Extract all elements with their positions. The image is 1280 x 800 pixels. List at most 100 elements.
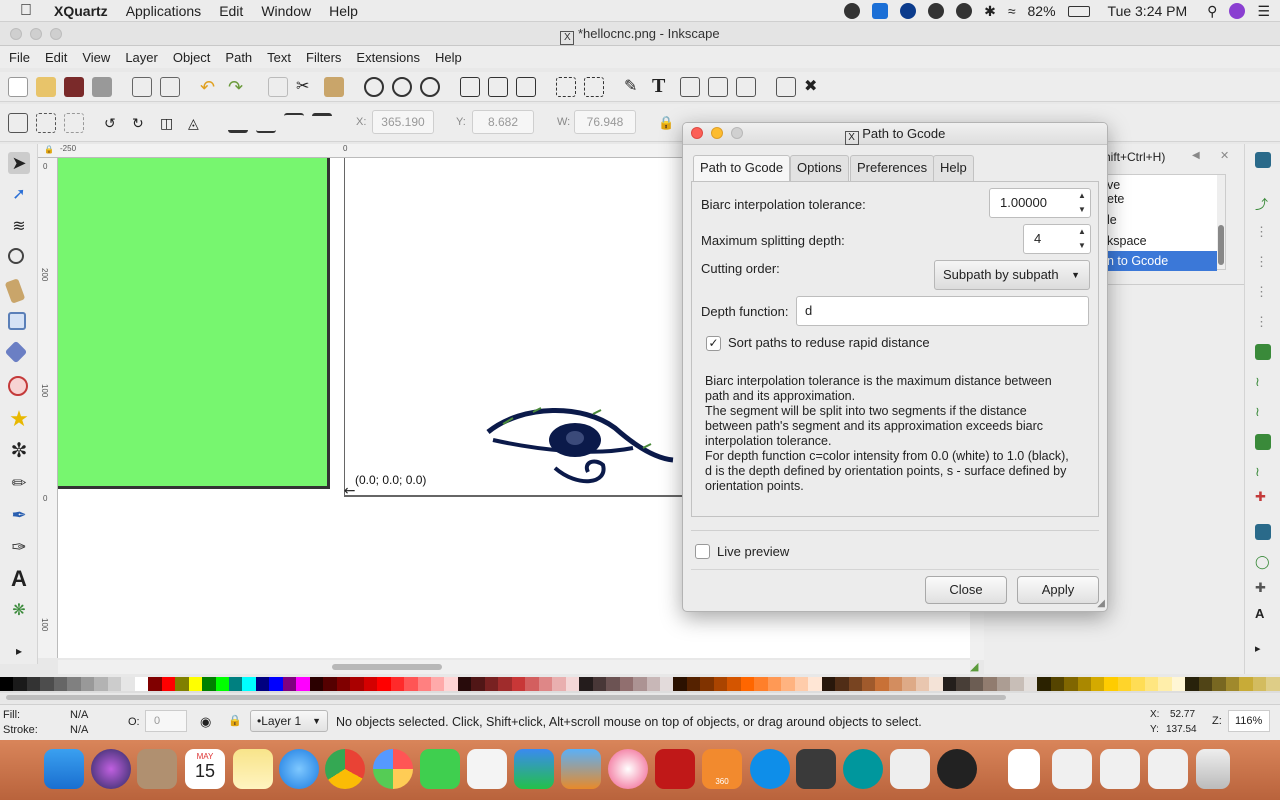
green-rectangle[interactable] [58, 158, 330, 489]
copy-icon[interactable] [268, 77, 288, 97]
palette-swatch[interactable] [942, 677, 957, 691]
palette-swatch[interactable] [915, 677, 930, 691]
palette-swatch[interactable] [579, 677, 593, 691]
snap-object-center-icon[interactable]: ◯ [1255, 554, 1271, 570]
arduino-window-1-icon[interactable] [1052, 749, 1092, 789]
palette-swatch[interactable] [1198, 677, 1213, 691]
palette-swatch[interactable] [1104, 677, 1118, 691]
facetime-icon[interactable] [420, 749, 460, 789]
palette-swatch[interactable] [1225, 677, 1240, 691]
arduino-window-2-icon[interactable] [1100, 749, 1140, 789]
rotate-cw-icon[interactable]: ↻ [132, 113, 152, 133]
palette-swatch[interactable] [0, 677, 14, 691]
migration-assistant-icon[interactable] [137, 749, 177, 789]
wifi-icon[interactable]: ≈ [1008, 3, 1016, 19]
palette-swatch[interactable] [673, 677, 687, 691]
depth-function-input[interactable]: d [796, 296, 1089, 326]
snap-smooth-nodes-icon[interactable]: ≀ [1255, 464, 1271, 480]
palette-swatch[interactable] [983, 677, 997, 691]
palette-swatch[interactable] [633, 677, 647, 691]
x-field[interactable]: 365.190 [372, 110, 434, 134]
dock-list-scrollbar[interactable] [1217, 175, 1225, 269]
preferences-icon[interactable]: ✖ [804, 77, 824, 97]
calendar-icon[interactable]: MAY 15 [185, 749, 225, 789]
teamviewer-icon[interactable] [750, 749, 790, 789]
siri-dock-icon[interactable] [91, 749, 131, 789]
siri-icon[interactable] [1229, 3, 1246, 19]
arduino-icon[interactable] [843, 749, 883, 789]
palette-swatch[interactable] [282, 677, 297, 691]
w-field[interactable]: 76.948 [574, 110, 636, 134]
snap-more-chevron-icon[interactable]: ▸ [1255, 642, 1271, 658]
palette-swatch[interactable] [511, 677, 526, 691]
flip-horizontal-icon[interactable]: ◫ [160, 113, 180, 133]
menubar-clock[interactable]: Tue 3:24 PM [1108, 3, 1188, 19]
menu-layer[interactable]: Layer [125, 50, 158, 65]
palette-swatch[interactable] [552, 677, 566, 691]
duplicate-icon[interactable] [460, 77, 480, 97]
textedit-icon[interactable] [467, 749, 507, 789]
palette-swatch[interactable] [1252, 677, 1267, 691]
close-button[interactable]: Close [925, 576, 1007, 604]
save-icon[interactable] [64, 77, 84, 97]
palette-swatch[interactable] [996, 677, 1011, 691]
palette-swatch[interactable] [808, 677, 822, 691]
palette-swatch[interactable] [1077, 677, 1091, 691]
tab-help[interactable]: Help [933, 155, 974, 181]
palette-swatch[interactable] [175, 677, 189, 691]
dock-panel-iconify-icon[interactable]: ◀ [1192, 150, 1200, 161]
dock-list-item[interactable]: kspace [1105, 231, 1225, 252]
menu-object[interactable]: Object [173, 50, 211, 65]
palette-swatch[interactable] [592, 677, 607, 691]
document-icon[interactable] [1008, 749, 1040, 789]
palette-swatch[interactable] [835, 677, 849, 691]
palette-swatch[interactable] [902, 677, 916, 691]
palette-swatch[interactable] [1010, 677, 1024, 691]
battery-icon[interactable] [1067, 5, 1090, 17]
import-icon[interactable] [132, 77, 152, 97]
raise-to-top-icon[interactable] [312, 113, 332, 133]
palette-swatch[interactable] [727, 677, 741, 691]
palette-swatch[interactable] [956, 677, 970, 691]
menu-window[interactable]: Window [261, 3, 311, 19]
numbers-icon[interactable] [514, 749, 554, 789]
ungroup-icon[interactable] [584, 77, 604, 97]
palette-swatch[interactable] [888, 677, 903, 691]
palette-swatch[interactable] [309, 677, 324, 691]
palette-swatch[interactable] [1117, 677, 1132, 691]
snap-bbox-icon[interactable]: ⤴ [1255, 194, 1271, 212]
dock-panel-close-icon[interactable]: ✕ [1220, 149, 1229, 162]
sync-status-icon[interactable] [928, 3, 945, 19]
fill-value[interactable]: N/A [70, 709, 88, 721]
lower-icon[interactable] [256, 113, 276, 133]
y-field[interactable]: 8.682 [472, 110, 534, 134]
palette-swatch[interactable] [296, 677, 310, 691]
measure-tool-icon[interactable] [4, 278, 26, 304]
notification-center-icon[interactable]: ☰ [1257, 3, 1270, 20]
palette-swatch[interactable] [875, 677, 889, 691]
apple-icon[interactable]:  [20, 2, 38, 20]
palette-swatch[interactable] [431, 677, 445, 691]
spiral-tool-icon[interactable]: ✼ [8, 440, 30, 462]
palette-swatch[interactable] [67, 677, 81, 691]
snap-bbox-edge-icon[interactable]: ⋮ [1255, 224, 1271, 240]
palette-swatch[interactable] [1212, 677, 1226, 691]
fill-stroke-icon[interactable]: ✎ [624, 77, 644, 97]
snap-path-icon[interactable]: ≀ [1255, 374, 1271, 390]
deselect-icon[interactable] [64, 113, 84, 133]
snap-toggle-icon[interactable] [1255, 152, 1271, 168]
menu-help[interactable]: Help [435, 50, 462, 65]
m-status-icon[interactable] [956, 3, 973, 19]
teamviewer-status-icon[interactable] [872, 3, 889, 19]
palette-swatch[interactable] [107, 677, 122, 691]
palette-swatch[interactable] [525, 677, 539, 691]
palette-swatch[interactable] [390, 677, 405, 691]
itunes-icon[interactable] [608, 749, 648, 789]
palette-swatch[interactable] [121, 677, 135, 691]
palette-swatch[interactable] [350, 677, 364, 691]
palette-swatch[interactable] [1050, 677, 1065, 691]
arduino-window-3-icon[interactable] [1148, 749, 1188, 789]
dock-list-item[interactable]: ete [1105, 189, 1225, 210]
snap-intersection-icon[interactable]: ≀ [1255, 404, 1271, 420]
text-font-icon[interactable]: T [652, 76, 672, 96]
